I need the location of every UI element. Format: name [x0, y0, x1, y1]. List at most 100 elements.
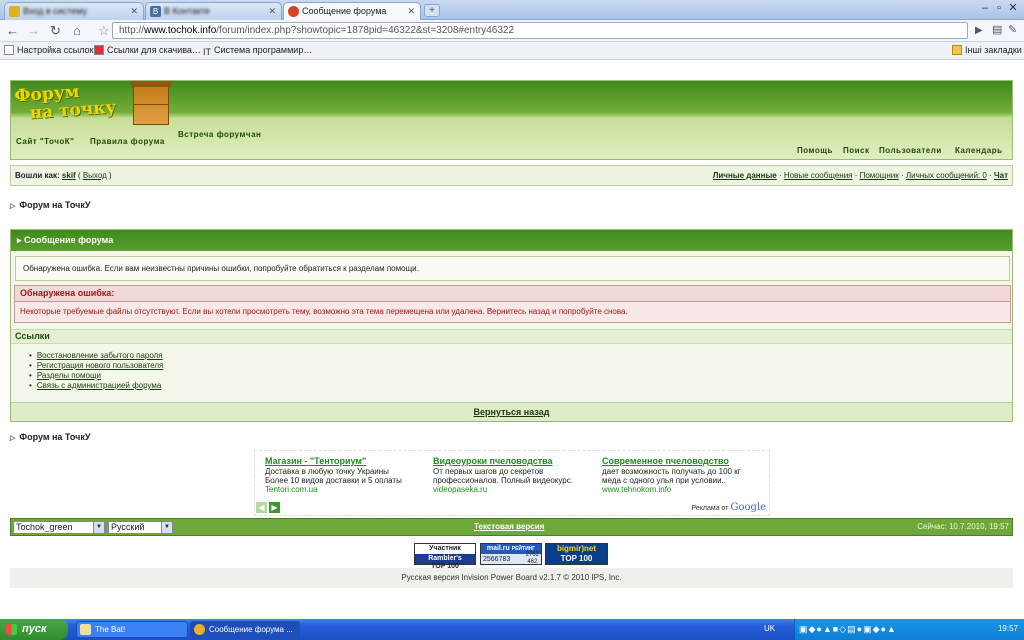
ad-text: От первых шагов до секретов: [433, 467, 544, 476]
go-back-link[interactable]: Вернуться назад: [474, 407, 550, 417]
nav-search-link[interactable]: Поиск: [843, 146, 870, 155]
register-link[interactable]: Регистрация нового пользователя: [37, 361, 164, 370]
close-icon[interactable]: ✕: [268, 6, 276, 17]
profile-link[interactable]: Личные данные: [713, 171, 777, 180]
browser-tab-1[interactable]: Вход в систему ✕: [4, 2, 144, 20]
ad-title[interactable]: Видеоуроки пчеловодства: [433, 457, 595, 466]
wrench-icon[interactable]: ✎: [1008, 23, 1017, 38]
vk-icon: B: [150, 6, 161, 17]
nav-label: Встреча форумчан: [178, 130, 262, 139]
ads-by-google[interactable]: Реклама от Google: [692, 502, 766, 513]
skin-value: Tochok_green: [16, 522, 73, 532]
counter-text: 2566783: [483, 556, 511, 563]
task-thebat[interactable]: The Bat!: [76, 621, 188, 638]
recover-password-link[interactable]: Восстановление забытого пароля: [37, 351, 163, 360]
ad-title[interactable]: Магазин - "Тенториум": [265, 457, 427, 466]
list-item: Регистрация нового пользователя: [29, 361, 164, 371]
ad-nav: ◀ ▶: [256, 502, 282, 513]
forum-logo[interactable]: Форум на точку: [14, 81, 117, 123]
task-label: Сообщение форума ...: [209, 625, 293, 634]
counter-text: Участник: [429, 545, 461, 552]
close-icon[interactable]: ✕: [407, 6, 415, 17]
bookmark-2[interactable]: Ссылки для скачива…: [94, 45, 201, 55]
chevron-down-icon: ▼: [93, 522, 104, 533]
links-heading: Ссылки: [11, 329, 1012, 344]
new-tab-button[interactable]: +: [424, 4, 440, 17]
chat-link[interactable]: Чат: [994, 171, 1008, 180]
minimize-icon[interactable]: –: [978, 2, 992, 14]
logout-link[interactable]: Выход: [83, 171, 107, 180]
play-icon[interactable]: ▶: [975, 23, 983, 38]
help-sections-link[interactable]: Разделы помощи: [37, 371, 101, 380]
task-browser[interactable]: Сообщение форума ...: [190, 621, 300, 638]
logged-in-label: Вошли как:: [15, 171, 60, 180]
bookmark-label: Інші закладки: [965, 45, 1022, 55]
counter-text: mail.ru: [486, 545, 510, 552]
list-item: Разделы помощи: [29, 371, 163, 381]
bookmark-label: Система программир…: [214, 45, 313, 55]
back-arrow-icon[interactable]: ←: [6, 23, 19, 38]
ad-2[interactable]: Видеоуроки пчеловодства От первых шагов …: [433, 457, 595, 495]
home-icon[interactable]: ⌂: [73, 23, 81, 38]
nav-label: Сайт "ТочоК": [16, 137, 75, 146]
breadcrumb-label: Форум на ТочкУ: [19, 200, 91, 210]
reload-icon[interactable]: ↻: [50, 23, 61, 38]
contact-admin-link[interactable]: Связь с администрацией форума: [37, 381, 162, 390]
ad-url[interactable]: Tentori.com.ua: [265, 485, 427, 494]
triangle-icon: ▷: [10, 203, 16, 210]
nav-label: Поиск: [843, 146, 870, 155]
maximize-icon[interactable]: ▫: [992, 2, 1006, 14]
ad-url[interactable]: videopaseka.ru: [433, 485, 595, 494]
forward-arrow-icon[interactable]: →: [27, 23, 40, 38]
language-select[interactable]: Русский ▼: [108, 521, 173, 534]
browser-tab-3[interactable]: Сообщение форума ✕: [283, 2, 421, 20]
ad-title[interactable]: Современное пчеловодство: [602, 457, 764, 466]
forum-header: Форум на точку Сайт "ТочоК" Правила фору…: [10, 80, 1013, 160]
close-window-icon[interactable]: ✕: [1006, 1, 1020, 14]
close-icon[interactable]: ✕: [130, 6, 138, 17]
breadcrumb[interactable]: ▷ Форум на ТочкУ: [10, 200, 90, 210]
nav-label: Помощь: [797, 146, 833, 155]
mailru-counter[interactable]: mail.ru РЕЙТИНГ 2566783 2762 462: [480, 543, 542, 565]
ad-1[interactable]: Магазин - "Тенториум" Доставка в любую т…: [265, 457, 427, 495]
other-bookmarks[interactable]: Інші закладки: [952, 45, 1022, 55]
nav-help-link[interactable]: Помощь: [797, 146, 833, 155]
ads-by-label: Реклама от: [691, 505, 729, 512]
error-message: Некоторые требуемые файлы отсутствуют. Е…: [14, 302, 1011, 323]
page-icon: [4, 45, 14, 55]
ad-url[interactable]: www.tehnokom.info: [602, 485, 764, 494]
username-link[interactable]: skif: [62, 171, 76, 180]
assistant-link[interactable]: Помощник: [860, 171, 899, 180]
copyright: Русская версия Invision Power Board v2.1…: [10, 568, 1013, 588]
nav-rules-link[interactable]: Правила форума: [90, 137, 165, 146]
ad-3[interactable]: Современное пчеловодство дает возможност…: [602, 457, 764, 495]
messages-link[interactable]: Личных сообщений: 0: [906, 171, 987, 180]
it-icon: IT: [203, 47, 211, 57]
bigmir-counter[interactable]: bigmir)net TOP 100: [545, 543, 608, 565]
bookmark-1[interactable]: Настройка ссылок: [4, 45, 94, 55]
language-indicator[interactable]: UK: [764, 624, 775, 633]
task-label: The Bat!: [95, 625, 126, 634]
rambler-counter[interactable]: Участник Rambler's TOP 100: [414, 543, 476, 570]
new-posts-link[interactable]: Новые сообщения: [784, 171, 853, 180]
text-version-link[interactable]: Текстовая версия: [474, 522, 544, 531]
star-icon[interactable]: ☆: [98, 23, 110, 38]
nav-site-link[interactable]: Сайт "ТочоК": [16, 137, 74, 146]
tray-icons[interactable]: ▣◆●▲■◇▤●▣◆●▲: [799, 624, 897, 635]
page-menu-icon[interactable]: ▤: [992, 23, 1002, 38]
nav-users-link[interactable]: Пользователи: [879, 146, 942, 155]
nav-meeting-link[interactable]: Встреча форумчан: [178, 130, 261, 139]
breadcrumb-bottom[interactable]: ▷ Форум на ТочкУ: [10, 432, 90, 442]
browser-toolbar: ← → ↻ ⌂ ☆ http://www.tochok.info/forum/i…: [0, 20, 1024, 42]
next-arrow-icon[interactable]: ▶: [269, 502, 280, 513]
tab-label: Вход в систему: [23, 6, 87, 16]
bookmark-3[interactable]: IT Система программир…: [203, 45, 312, 57]
nav-calendar-link[interactable]: Календарь: [955, 146, 1003, 155]
start-button[interactable]: пуск: [0, 619, 68, 640]
skin-select[interactable]: Tochok_green ▼: [13, 521, 105, 534]
browser-tab-2[interactable]: B В Контакте ✕: [145, 2, 282, 20]
address-bar[interactable]: http://www.tochok.info/forum/index.php?s…: [112, 22, 968, 39]
ad-text: Доставка в любую точку Украины: [265, 467, 389, 476]
prev-arrow-icon[interactable]: ◀: [256, 502, 267, 513]
tab-strip: Вход в систему ✕ B В Контакте ✕ Сообщени…: [0, 0, 1024, 20]
